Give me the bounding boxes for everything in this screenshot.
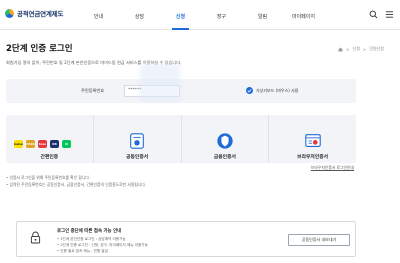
auth-methods-panel: kakao PASS toss KB N 간편인증 공동인증서 금융인증서 [6,115,356,163]
nav-item-mypage[interactable]: 마이페이지 [283,0,324,30]
browser-cert-guide-link[interactable]: 브라우저인증서 로그인안내 [311,165,354,171]
site-header: 공적연금연계제도 안내 상담 신청 장구 알림 마이페이지 [0,0,400,30]
certificate-icon [130,133,144,149]
method-simple-auth[interactable]: kakao PASS toss KB N 간편인증 [6,115,94,163]
export-certificate-button[interactable]: 공동인증서 내보내기 [288,234,350,246]
pass-icon: PASS [26,140,35,148]
nav-item-claim[interactable]: 장구 [201,0,242,30]
method-financial-certificate[interactable]: 금융인증서 [182,115,270,163]
id-input-panel: 주민등록번호 ****** [6,79,356,103]
note-item: • 입력된 주민등록번호는 공동인증서, 금융인증서, 간편인증의 인증용도로만… [6,182,147,187]
kakao-icon: kakao [14,140,23,148]
nav-item-counsel[interactable]: 상담 [119,0,160,30]
logo-text: 공적연금연계제도 [17,10,64,18]
method-joint-certificate[interactable]: 공동인증서 [94,115,182,163]
privacy-mask [140,64,180,102]
breadcrumb-item-apply[interactable]: 신청 [353,46,360,52]
logo-mark-icon [5,8,14,18]
breadcrumb-sep-icon: > [346,46,350,52]
browser-certificate-icon [304,134,321,147]
id-number-label: 주민등록번호 [81,88,105,93]
main-nav: 안내 상담 신청 장구 알림 마이페이지 [78,0,324,30]
method-label-browser: 브라우저인증서 [297,155,329,160]
breadcrumb-item-current: 민원신청 [369,46,384,51]
lock-icon [30,231,41,244]
toss-icon: toss [38,140,47,148]
virtual-keyboard-checkbox[interactable] [246,87,253,94]
kb-icon: KB [50,140,59,148]
virtual-keyboard-label[interactable]: 가상키보드 (마우스) 사용 [256,88,298,94]
menu-icon[interactable] [385,10,394,19]
access-notice-box: 로그인 중단에 따른 접속 가능 안내 • 1단계 본인인증 로그인 : 상담예… [16,221,356,257]
home-icon[interactable] [338,47,343,52]
simple-auth-brands: kakao PASS toss KB N [14,140,71,148]
method-label-simple: 간편인증 [40,155,59,160]
check-icon [247,89,252,93]
breadcrumb: > 신청 > 민원신청 [338,46,384,52]
note-item: • 인증서 로그인을 위해 주민등록번호를 확인 합니다. [6,175,91,180]
login-notes: • 인증서 로그인을 위해 주민등록번호를 확인 합니다. • 입력된 주민등록… [6,174,146,188]
naver-icon: N [62,140,71,148]
nav-item-apply[interactable]: 신청 [160,0,201,30]
page-title: 2단계 인증 로그인 [6,44,73,54]
notice-title: 로그인 중단에 따른 접속 가능 안내 [57,229,122,234]
notice-list: • 1단계 본인인증 로그인 : 상담예약 이용가능 • 2단계 인증 로그인 … [57,236,148,254]
notice-item: • 인증 필요 접속 메뉴 : 민원 발급 [57,249,109,253]
method-browser-certificate[interactable]: 브라우저인증서 [269,115,356,163]
header-tools [369,10,394,19]
shield-icon [217,133,233,149]
nav-item-notice[interactable]: 알림 [242,0,283,30]
search-icon[interactable] [369,10,378,19]
breadcrumb-sep-icon: > [362,46,367,52]
nav-item-guide[interactable]: 안내 [78,0,119,30]
method-label-joint: 공동인증서 [126,155,149,160]
site-logo[interactable]: 공적연금연계제도 [5,8,63,18]
method-label-financial: 금융인증서 [213,155,236,160]
